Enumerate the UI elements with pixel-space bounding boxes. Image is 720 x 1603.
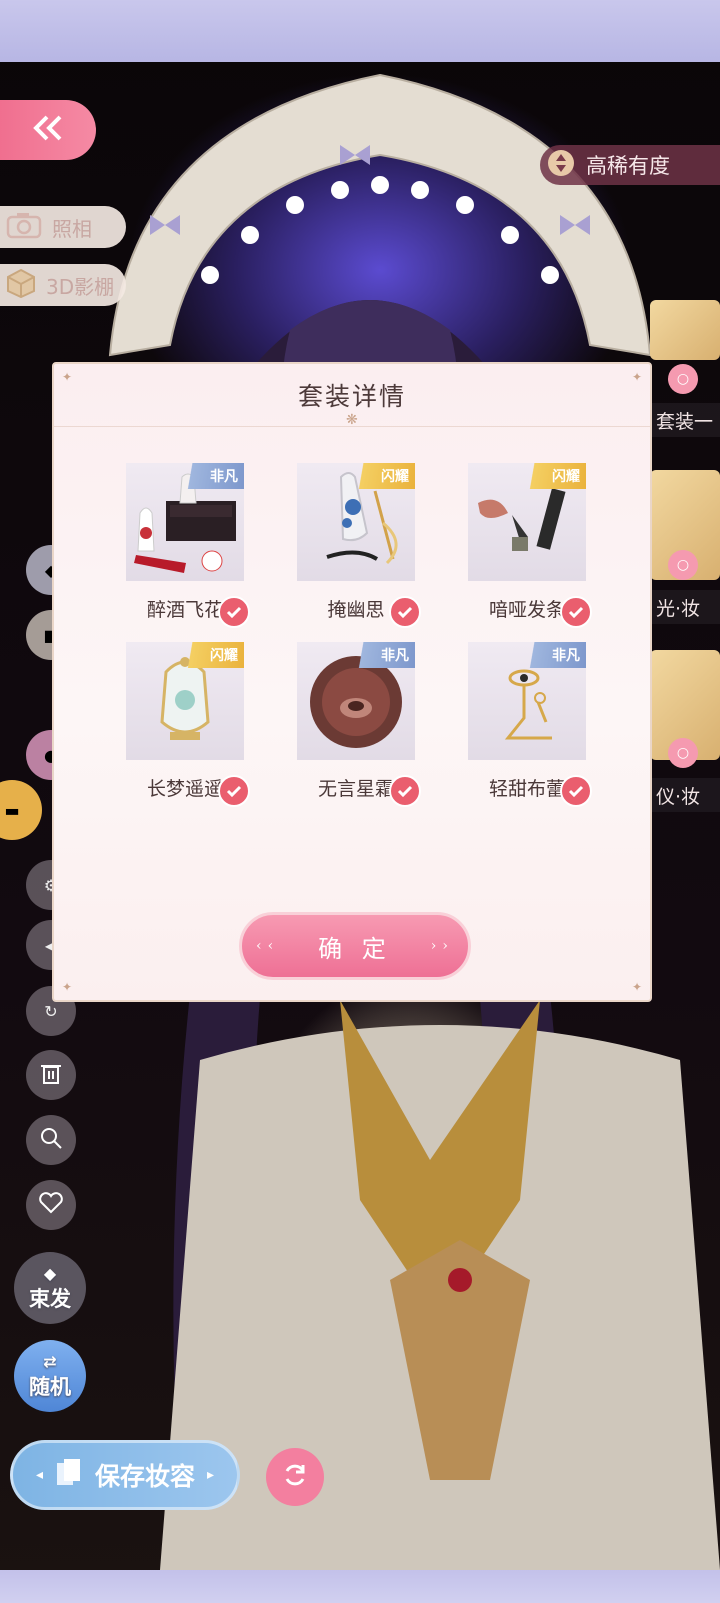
studio-label: 3D影棚 [46,274,115,299]
corner-ornament-icon: ✦ [62,980,73,994]
suit-details-modal: ✦ ✦ ✦ ✦ 套装详情 ❋ 非凡 醉酒飞花 闪耀 掩幽思 闪耀 喑哑发条 闪耀… [52,362,652,1002]
rarity-filter-label: 高稀有度 [586,154,670,178]
side-suit-thumb-1[interactable] [650,300,720,360]
side-search-1[interactable]: ○ [668,364,698,394]
hair-tie-icon: ◆ [43,1263,57,1283]
character-dress [160,1000,720,1570]
modal-title: 套装详情 [297,382,406,411]
checkmark-icon [389,596,421,628]
rarity-badge: 闪耀 [349,463,415,489]
side-label-2[interactable]: 光·妆 [650,590,720,624]
suit-item[interactable]: 非凡 无言星霜 [297,642,421,807]
sort-icon [546,148,576,182]
suit-item[interactable]: 闪耀 掩幽思 [297,463,421,628]
checkmark-icon [389,775,421,807]
suit-item[interactable]: 非凡 轻甜布蕾 [468,642,592,807]
tie-hair-button[interactable]: ◆ 束发 [14,1252,86,1324]
confirm-button[interactable]: ‹‹ 确 定 ›› [239,912,471,980]
search-icon [39,1126,63,1154]
item-thumbnail: 闪耀 [297,463,415,581]
lace-headdress [108,73,652,357]
swap-icon [281,1461,309,1493]
side-search-3[interactable]: ○ [668,738,698,768]
rarity-badge: 闪耀 [520,463,586,489]
delete-button[interactable] [26,1050,76,1100]
title-ornament-icon: ❋ [346,412,358,428]
side-label-1[interactable]: 套装一 [650,403,720,437]
double-chevron-left-icon [31,114,65,146]
rarity-badge: 非凡 [178,463,244,489]
checkmark-icon [218,596,250,628]
chevrons-right-icon: ›› [430,938,454,954]
corner-ornament-icon: ✦ [631,980,642,994]
camera-icon [6,211,42,243]
heart-icon [38,1192,64,1218]
photo-button[interactable]: 照相 [0,206,126,248]
item-thumbnail: 非凡 [468,642,586,760]
checkmark-icon [218,775,250,807]
suit-item[interactable]: 闪耀 长梦遥遥 [126,642,250,807]
rarity-filter[interactable]: 高稀有度 [540,145,720,185]
rarity-badge: 非凡 [520,642,586,668]
bottom-band [0,1570,720,1603]
confirm-label: 确 定 [318,934,392,963]
random-button[interactable]: ⇄ 随机 [14,1340,86,1412]
favorite-button[interactable] [26,1180,76,1230]
back-button[interactable] [0,100,96,160]
item-thumbnail: 非凡 [126,463,244,581]
random-label: 随机 [29,1374,71,1399]
magnifier-icon: ○ [676,745,690,761]
sparkle-left-icon: ◂ [35,1467,43,1483]
side-label-3[interactable]: 仪·妆 [650,778,720,812]
side-search-2[interactable]: ○ [668,550,698,580]
sparkle-right-icon: ▸ [207,1467,215,1483]
save-makeup-label: 保存妆容 [94,1462,195,1491]
swap-button[interactable] [266,1448,324,1506]
tie-hair-label: 束发 [29,1286,71,1311]
suit-item[interactable]: 非凡 醉酒飞花 [126,463,250,628]
trash-icon [40,1061,62,1089]
item-thumbnail: 非凡 [297,642,415,760]
top-band [0,0,720,62]
search-button[interactable] [26,1115,76,1165]
item-thumbnail: 闪耀 [126,642,244,760]
magnifier-icon: ○ [676,371,690,387]
shuffle-icon: ⇄ [43,1351,57,1371]
rarity-badge: 闪耀 [178,642,244,668]
item-thumbnail: 闪耀 [468,463,586,581]
save-makeup-button[interactable]: ◂ 保存妆容 ▸ [10,1440,240,1510]
studio-button[interactable]: 3D影棚 [0,264,126,306]
copy-icon [55,1457,83,1493]
checkmark-icon [560,596,592,628]
redo-icon: ↻ [44,1001,58,1021]
folder-icon: ▬ [4,800,20,820]
chevrons-left-icon: ‹‹ [256,938,280,954]
magnifier-icon: ○ [676,557,690,573]
cube-icon [6,268,36,302]
suit-item[interactable]: 闪耀 喑哑发条 [468,463,592,628]
photo-label: 照相 [52,216,92,241]
checkmark-icon [560,775,592,807]
rarity-badge: 非凡 [349,642,415,668]
